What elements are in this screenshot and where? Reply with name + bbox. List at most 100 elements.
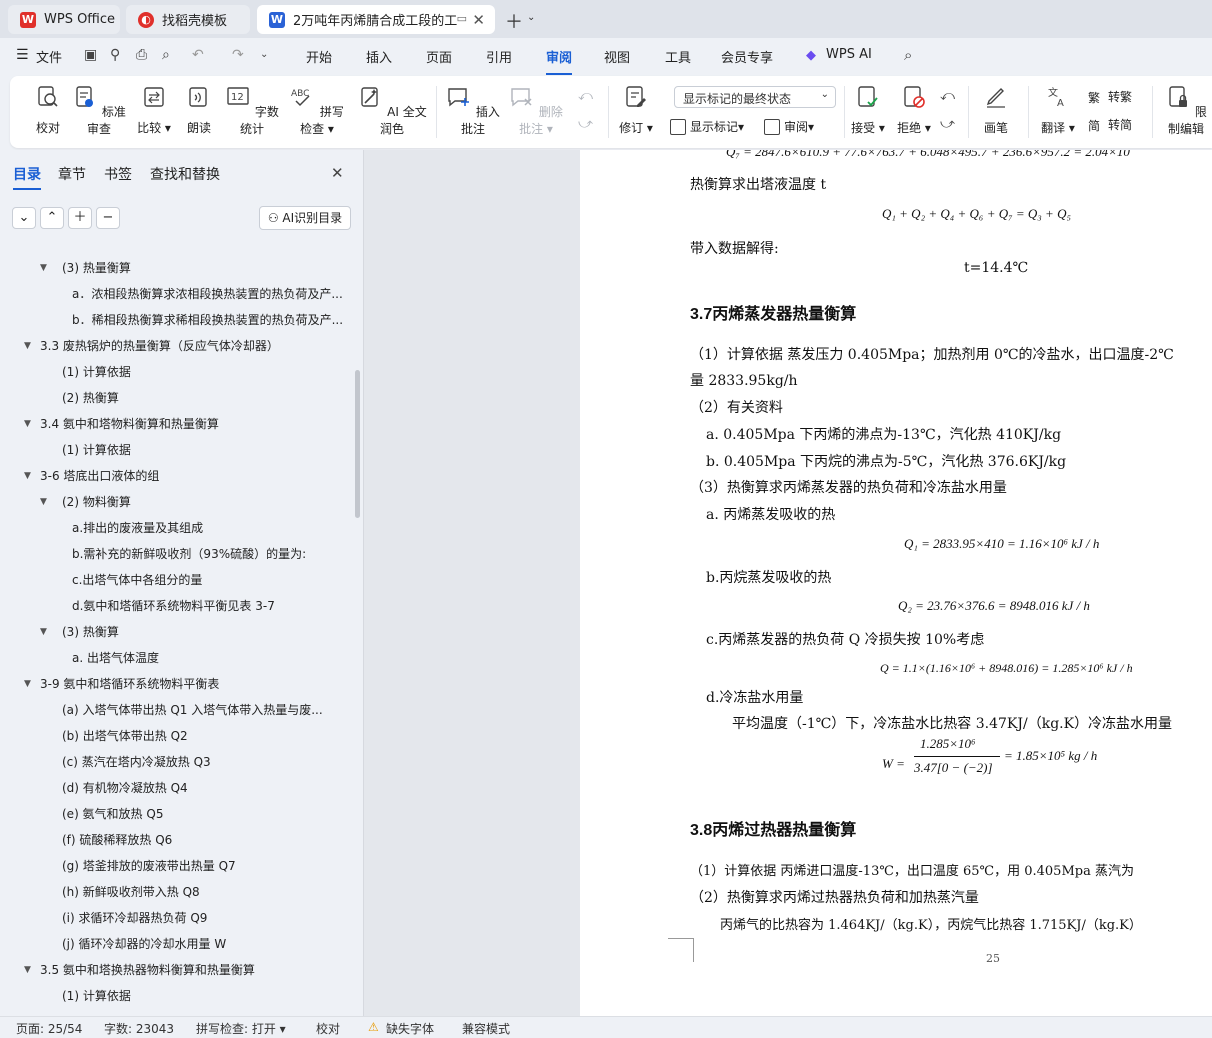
document-page[interactable]: Q₇ = 2847.6×610.9 + 77.6×763.7 + 6.048×4… xyxy=(580,150,1212,1016)
next-comment-icon[interactable]: ⤻ xyxy=(578,116,593,132)
show-markup-button[interactable]: 显示标记 ▾ xyxy=(670,118,744,135)
toc-item[interactable]: a.排出的废液量及其组成 xyxy=(72,516,350,540)
expand-triangle-icon[interactable]: ▼ xyxy=(24,958,31,982)
track-changes-button[interactable]: 修订 ▾ xyxy=(616,84,656,136)
menu-view[interactable]: 视图 xyxy=(604,47,630,66)
toc-item[interactable]: (1) 计算依据 xyxy=(62,360,350,384)
close-icon[interactable]: ✕ xyxy=(472,11,485,29)
print-preview-icon[interactable]: ⌕ xyxy=(162,47,170,63)
toc-item[interactable]: c.出塔气体中各组分的量 xyxy=(72,568,350,592)
tab-toc[interactable]: 目录 xyxy=(13,164,41,190)
toc-item[interactable]: (2) 热衡算 xyxy=(62,386,350,410)
collapse-all-button[interactable]: ⌄ xyxy=(12,207,36,229)
tab-docer[interactable]: ◐ 找稻壳模板 xyxy=(126,5,250,34)
menu-insert[interactable]: 插入 xyxy=(366,47,392,66)
toc-item[interactable]: b.需补充的新鲜吸收剂（93%硫酸）的量为: xyxy=(72,542,350,566)
next-change-icon[interactable]: ⤻ xyxy=(940,116,955,132)
accept-button[interactable]: 接受 ▾ xyxy=(848,84,888,136)
toc-item[interactable]: (g) 塔釜排放的废液带出热量 Q7 xyxy=(62,854,350,878)
previous-change-icon[interactable]: ⤺ xyxy=(940,88,955,104)
redo-icon[interactable]: ↷ xyxy=(232,47,244,63)
toc-item[interactable]: 3.5 氨中和塔换热器物料衡算和热量衡算 xyxy=(40,958,350,982)
undo-icon[interactable]: ↶ xyxy=(192,47,204,63)
tab-bookmarks[interactable]: 书签 xyxy=(104,164,132,184)
scrollbar[interactable] xyxy=(355,370,360,518)
toc-item[interactable]: (1) 计算依据 xyxy=(62,984,350,1008)
menu-tools[interactable]: 工具 xyxy=(665,47,691,66)
toc-item[interactable]: (2) 物料衡算 xyxy=(62,490,350,514)
toc-item[interactable]: (d) 有机物冷凝放热 Q4 xyxy=(62,776,350,800)
menu-member[interactable]: 会员专享 xyxy=(721,47,773,66)
add-heading-button[interactable]: ＋ xyxy=(68,207,92,229)
toc-item-partial[interactable]: ………………… xyxy=(72,236,156,244)
toc-item[interactable]: 3-6 塔底出口液体的组 xyxy=(40,464,350,488)
menu-wps-ai[interactable]: WPS AI xyxy=(826,47,872,62)
pen-button[interactable]: 画笔 xyxy=(978,84,1014,136)
tab-chapters[interactable]: 章节 xyxy=(58,164,86,184)
expand-triangle-icon[interactable]: ▼ xyxy=(24,464,31,488)
search-icon[interactable]: ⌕ xyxy=(904,46,912,64)
menu-home[interactable]: 开始 xyxy=(306,47,332,66)
toc-item[interactable]: a．浓相段热衡算求浓相段换热装置的热负荷及产... xyxy=(72,282,350,306)
standard-review-button[interactable]: 标准审查 xyxy=(72,84,126,137)
ai-polish-button[interactable]: AI 全文润色 xyxy=(354,84,430,137)
menu-page[interactable]: 页面 xyxy=(426,47,452,66)
insert-comment-button[interactable]: 插入批注 xyxy=(446,84,500,137)
chevron-down-icon[interactable]: ⌄ xyxy=(527,12,535,23)
expand-triangle-icon[interactable]: ▼ xyxy=(24,412,31,436)
toc-item[interactable]: b．稀相段热衡算求稀相段换热装置的热负荷及产... xyxy=(72,308,350,332)
spell-check-status[interactable]: 拼写检查: 打开 ▾ xyxy=(196,1020,286,1037)
expand-triangle-icon[interactable]: ▼ xyxy=(40,490,47,514)
delete-comment-button[interactable]: 删除批注 ▾ xyxy=(506,84,566,137)
spell-check-button[interactable]: ABC 拼写检查 ▾ xyxy=(286,84,348,137)
missing-font-status[interactable]: 缺失字体 xyxy=(386,1020,434,1037)
toc-item[interactable]: (c) 蒸汽在塔内冷凝放热 Q3 xyxy=(62,750,350,774)
proof-status[interactable]: 校对 xyxy=(316,1020,340,1037)
proofread-button[interactable]: 校对 xyxy=(30,84,66,136)
tab-wps-office[interactable]: W WPS Office xyxy=(8,5,120,34)
toc-item[interactable]: (e) 氨气和放热 Q5 xyxy=(62,802,350,826)
expand-triangle-icon[interactable]: ▼ xyxy=(40,256,47,280)
menu-reference[interactable]: 引用 xyxy=(486,47,512,66)
hamburger-icon[interactable]: ☰ xyxy=(16,47,29,63)
translate-button[interactable]: 文A 翻译 ▾ xyxy=(1038,84,1078,136)
toc-item[interactable]: 3.3 废热锅炉的热量衡算（反应气体冷却器） xyxy=(40,334,350,358)
toc-item[interactable]: (h) 新鲜吸收剂带入热 Q8 xyxy=(62,880,350,904)
toc-item[interactable]: 3.4 氨中和塔物料衡算和热量衡算 xyxy=(40,412,350,436)
toc-item[interactable]: 3-9 氨中和塔循环系统物料平衡表 xyxy=(40,672,350,696)
link-icon[interactable]: ⚲ xyxy=(110,47,120,63)
read-aloud-button[interactable]: 朗读 xyxy=(182,84,216,136)
expand-triangle-icon[interactable]: ▼ xyxy=(24,672,31,696)
tab-find-replace[interactable]: 查找和替换 xyxy=(150,164,220,184)
ai-toc-button[interactable]: ⚇ AI识别目录 xyxy=(259,206,351,230)
toc-item[interactable]: (a) 入塔气体带出热 Q1 入塔气体带入热量与废... xyxy=(62,698,350,722)
toc-item[interactable]: (i) 求循环冷却器热负荷 Q9 xyxy=(62,906,350,930)
previous-comment-icon[interactable]: ⤺ xyxy=(578,88,593,104)
toc-item[interactable]: (3) 热衡算 xyxy=(62,620,350,644)
print-icon[interactable]: ⎙ xyxy=(136,47,147,63)
new-tab-icon[interactable]: ＋ xyxy=(505,8,523,34)
page-indicator[interactable]: 页面: 25/54 xyxy=(16,1020,82,1037)
toc-item[interactable]: (1) 计算依据 xyxy=(62,438,350,462)
expand-up-button[interactable]: ⌃ xyxy=(40,207,64,229)
toc-item[interactable]: (j) 循环冷却器的冷却水用量 W xyxy=(62,932,350,956)
to-simplified-button[interactable]: 简 转简 xyxy=(1088,116,1132,133)
more-icon[interactable]: ⌄ xyxy=(260,49,268,60)
toc-item[interactable]: (f) 硫酸稀释放热 Q6 xyxy=(62,828,350,852)
toc-item[interactable]: a. 出塔气体温度 xyxy=(72,646,350,670)
tab-document[interactable]: W 2万吨年丙烯腈合成工段的工艺 ▭ ✕ xyxy=(257,5,495,34)
expand-triangle-icon[interactable]: ▼ xyxy=(40,620,47,644)
save-icon[interactable]: ▣ xyxy=(84,47,97,63)
toc-item[interactable]: (b) 出塔气体带出热 Q2 xyxy=(62,724,350,748)
restrict-edit-button[interactable]: 限制编辑 xyxy=(1160,84,1212,137)
toc-item[interactable]: d.氨中和塔循环系统物料平衡见表 3-7 xyxy=(72,594,350,618)
display-mode-select[interactable]: 显示标记的最终状态 ⌄ xyxy=(674,86,836,108)
reject-button[interactable]: 拒绝 ▾ xyxy=(894,84,934,136)
expand-triangle-icon[interactable]: ▼ xyxy=(24,334,31,358)
remove-heading-button[interactable]: − xyxy=(96,207,120,229)
toc-item[interactable]: (3) 热量衡算 xyxy=(62,256,350,280)
menu-review[interactable]: 审阅 xyxy=(546,47,573,75)
close-icon[interactable]: ✕ xyxy=(331,164,344,182)
review-pane-button[interactable]: 审阅 ▾ xyxy=(764,118,814,135)
compare-button[interactable]: 比较 ▾ xyxy=(134,84,174,136)
